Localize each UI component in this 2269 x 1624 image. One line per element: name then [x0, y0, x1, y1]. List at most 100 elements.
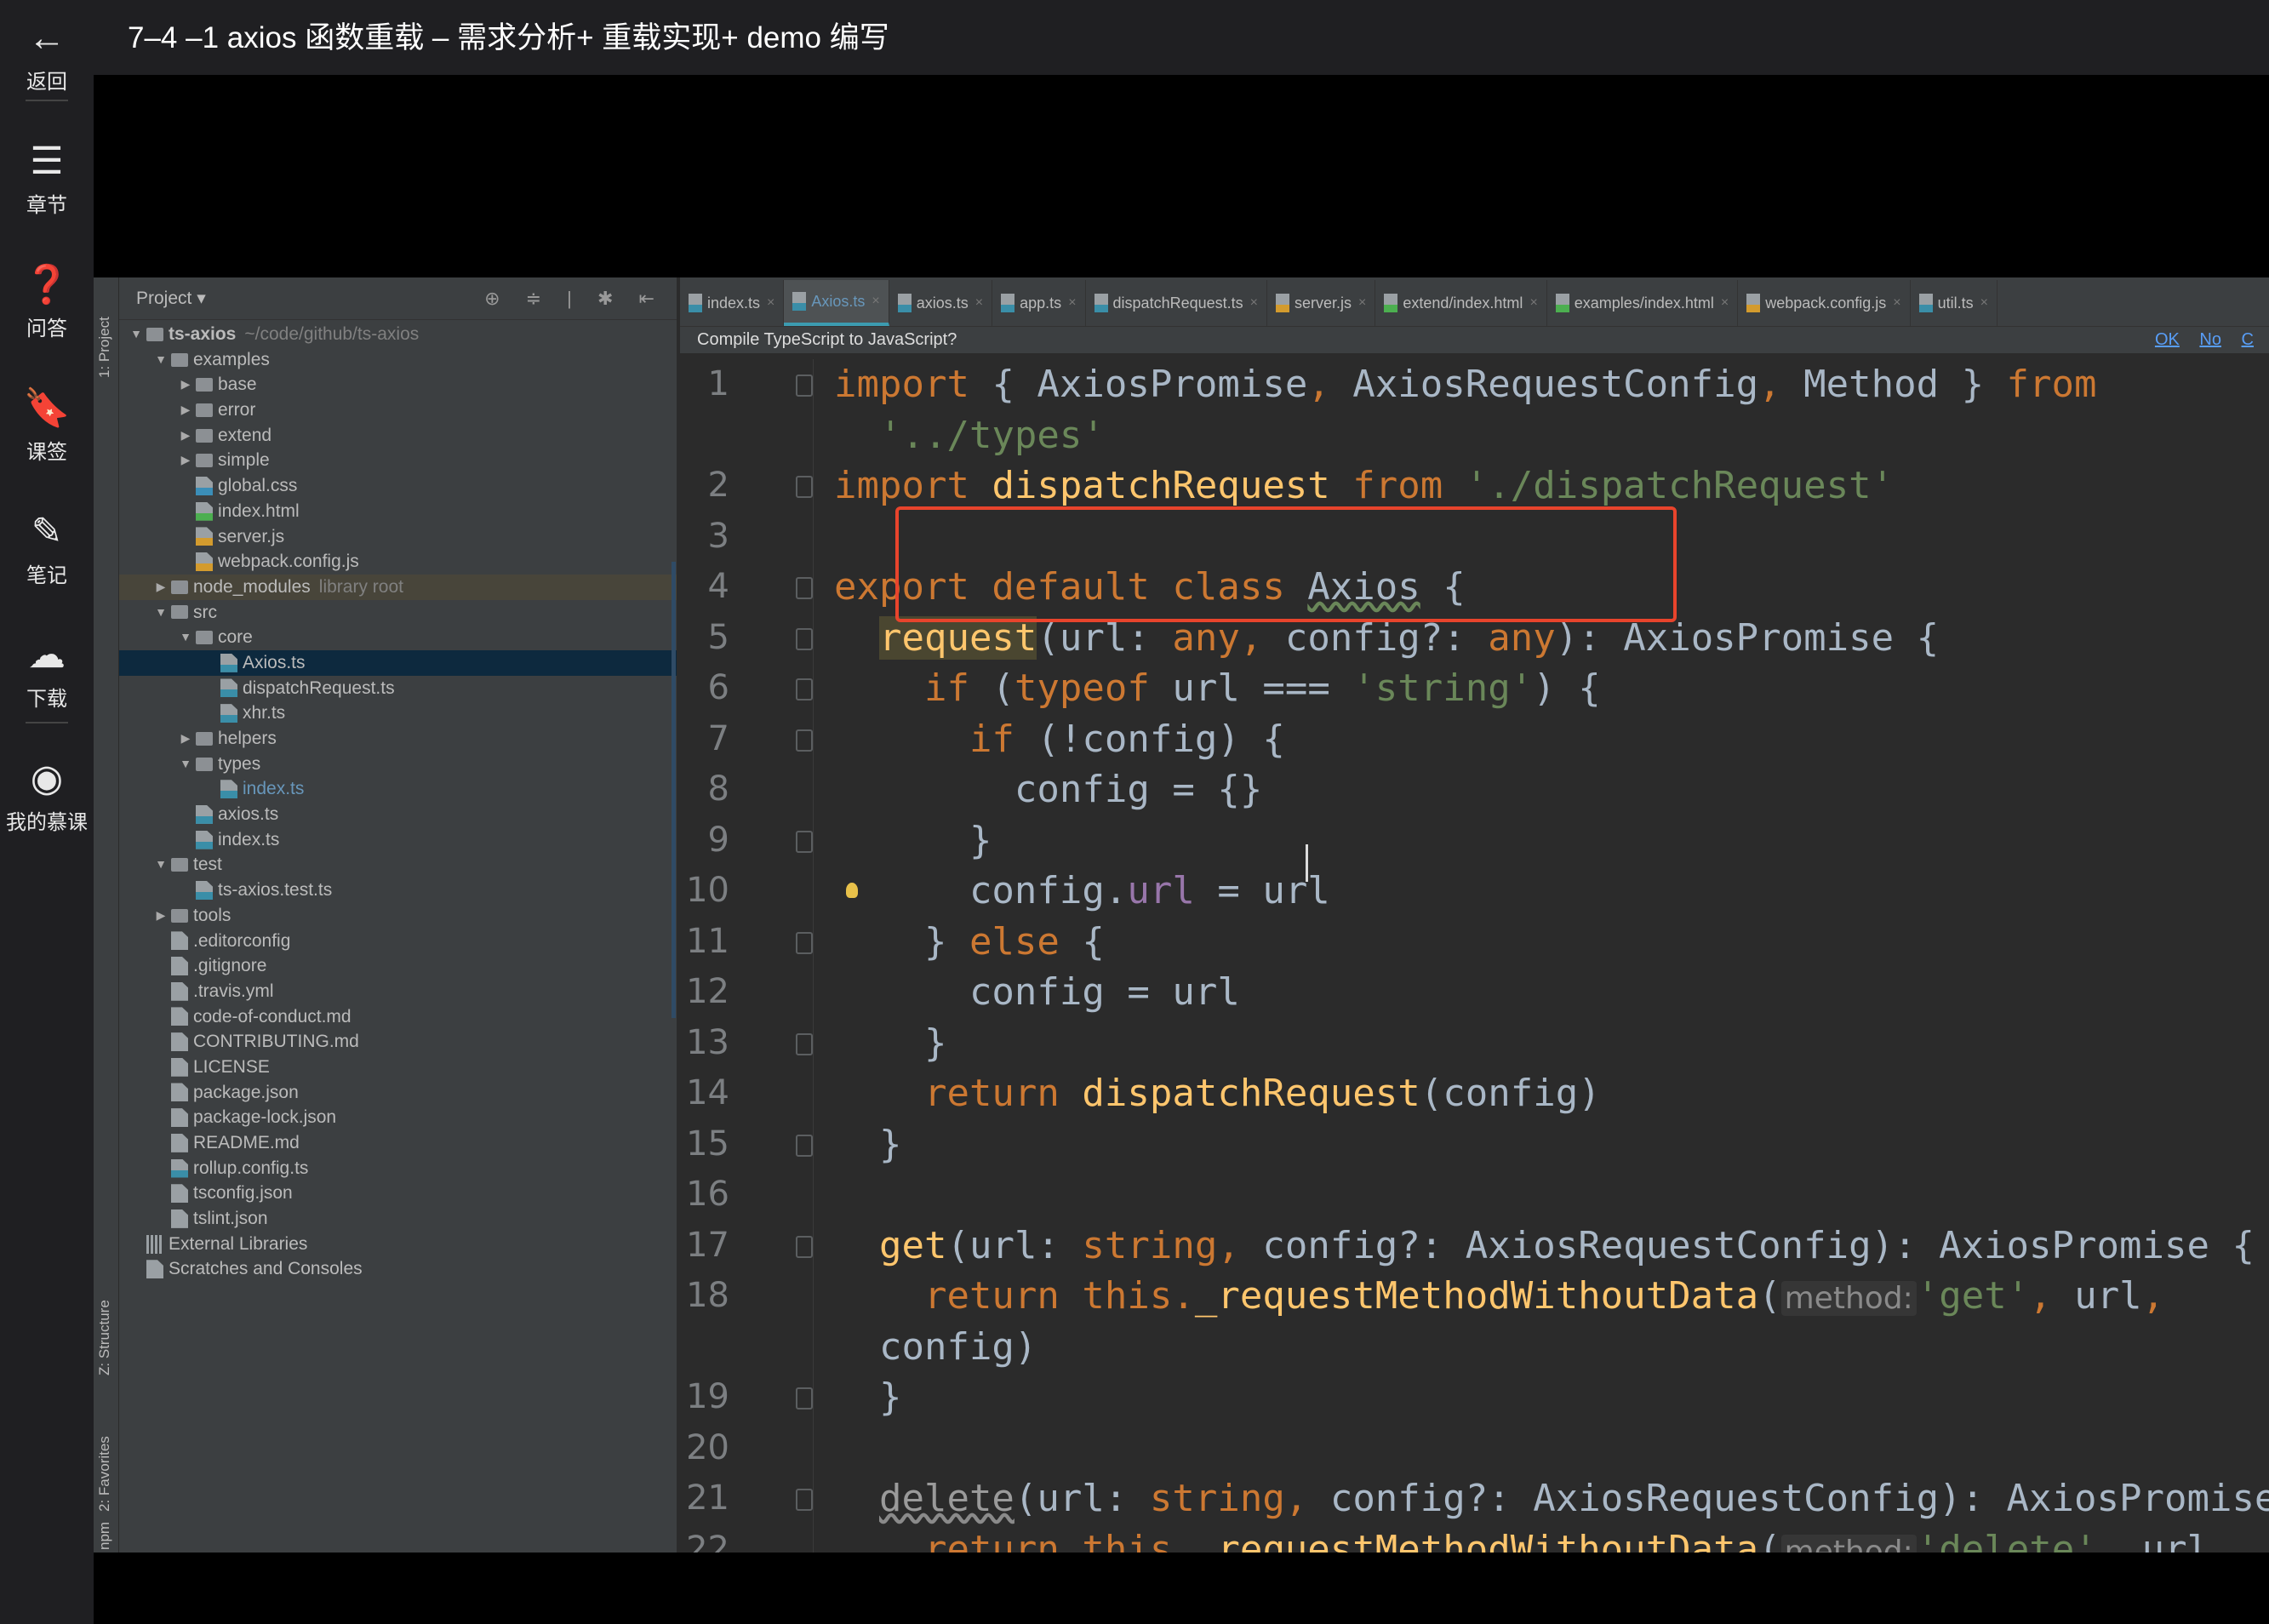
tree-file[interactable]: index.html	[119, 499, 677, 524]
code-line[interactable]: 6 if (typeof url === 'string') {	[680, 663, 2269, 714]
fold-marker-icon[interactable]	[796, 375, 813, 397]
fold-marker-icon[interactable]	[796, 678, 813, 700]
tree-file[interactable]: xhr.ts	[119, 700, 677, 726]
collapsed-arrow-icon[interactable]: ▶	[151, 575, 171, 600]
tree-folder[interactable]: ▼ src	[119, 600, 677, 626]
tab-util-ts[interactable]: util.ts ×	[1911, 280, 1998, 326]
expanded-arrow-icon[interactable]: ▼	[175, 625, 196, 650]
tree-file[interactable]: Scratches and Consoles	[119, 1256, 677, 1282]
tree-file[interactable]: .travis.yml	[119, 979, 677, 1004]
favorites-tool-button[interactable]: 2: Favorites	[96, 1436, 113, 1512]
tree-file[interactable]: rollup.config.ts	[119, 1156, 677, 1181]
close-tab-icon[interactable]: ×	[1358, 295, 1366, 311]
fold-marker-icon[interactable]	[796, 476, 813, 498]
code-line[interactable]: 20	[680, 1423, 2269, 1474]
fold-marker-icon[interactable]	[796, 931, 813, 954]
tree-file[interactable]: package-lock.json	[119, 1105, 677, 1130]
tree-file[interactable]: tsconfig.json	[119, 1181, 677, 1206]
code-line[interactable]: 16	[680, 1169, 2269, 1221]
tree-folder[interactable]: ▶ simple	[119, 448, 677, 473]
code-line[interactable]: config)	[680, 1322, 2269, 1373]
nav-item-3[interactable]: 🔖 课签	[0, 387, 94, 465]
tree-folder[interactable]: ▶ base	[119, 372, 677, 397]
close-tab-icon[interactable]: ×	[1068, 295, 1076, 311]
close-tab-icon[interactable]: ×	[1893, 295, 1900, 311]
ok-link[interactable]: OK	[2155, 330, 2180, 349]
tree-file[interactable]: .editorconfig	[119, 929, 677, 954]
tree-file[interactable]: server.js	[119, 524, 677, 550]
code-line[interactable]: 9 }	[680, 815, 2269, 866]
code-line[interactable]: 11 } else {	[680, 917, 2269, 968]
tree-file[interactable]: CONTRIBUTING.md	[119, 1029, 677, 1055]
tab-axios-ts[interactable]: Axios.ts ×	[784, 280, 889, 326]
code-line[interactable]: '../types'	[680, 410, 2269, 461]
tab-dispatchrequest-ts[interactable]: dispatchRequest.ts ×	[1086, 280, 1267, 326]
expanded-arrow-icon[interactable]: ▼	[151, 347, 171, 373]
code-line[interactable]: 17 get(url: string, config?: AxiosReques…	[680, 1221, 2269, 1272]
tree-folder[interactable]: ▶ error	[119, 397, 677, 423]
fold-marker-icon[interactable]	[796, 1032, 813, 1055]
project-toolbar-icons[interactable]: ⊕ ≑ | ✱ ⇤	[484, 288, 665, 310]
fold-marker-icon[interactable]	[796, 729, 813, 752]
tree-file[interactable]: index.ts	[119, 827, 677, 853]
expanded-arrow-icon[interactable]: ▼	[175, 752, 196, 777]
tree-file[interactable]: Axios.ts	[119, 649, 677, 676]
tab-webpack-config-js[interactable]: webpack.config.js ×	[1738, 280, 1911, 326]
close-tab-icon[interactable]: ×	[975, 295, 983, 311]
tree-folder[interactable]: ▼ examples	[119, 347, 677, 373]
tree-file[interactable]: index.ts	[119, 776, 677, 802]
collapsed-arrow-icon[interactable]: ▶	[175, 726, 196, 752]
tree-folder[interactable]: ▼ types	[119, 752, 677, 777]
code-line[interactable]: 10 config.url = url	[680, 866, 2269, 917]
code-line[interactable]: 12 config = url	[680, 967, 2269, 1018]
tree-folder[interactable]: ▶ node_modules library root	[119, 574, 677, 600]
close-tab-icon[interactable]: ×	[767, 295, 774, 311]
code-editor[interactable]: index.ts × Axios.ts × axios.ts × app.ts × dispat…	[672, 277, 2269, 1553]
fold-marker-icon[interactable]	[796, 577, 813, 599]
tree-folder[interactable]: ▼ core	[119, 625, 677, 650]
tree-folder[interactable]: ▶ tools	[119, 903, 677, 929]
nav-item-2[interactable]: ❓ 问答	[0, 264, 94, 341]
code-line[interactable]: 14 return dispatchRequest(config)	[680, 1068, 2269, 1119]
tree-folder[interactable]: ▶ extend	[119, 423, 677, 449]
tree-file[interactable]: global.css	[119, 473, 677, 499]
code-line[interactable]: 18 return this._requestMethodWithoutData…	[680, 1271, 2269, 1322]
code-line[interactable]: 15 }	[680, 1119, 2269, 1170]
expanded-arrow-icon[interactable]: ▼	[126, 322, 146, 347]
nav-item-1[interactable]: ☰ 章节	[0, 140, 94, 218]
code-line[interactable]: 7 if (!config) {	[680, 714, 2269, 765]
tree-folder[interactable]: ▼ test	[119, 852, 677, 878]
tree-file[interactable]: axios.ts	[119, 802, 677, 827]
tab-examples-index-html[interactable]: examples/index.html ×	[1547, 280, 1739, 326]
tree-file[interactable]: README.md	[119, 1130, 677, 1156]
collapsed-arrow-icon[interactable]: ▶	[175, 397, 196, 423]
fold-marker-icon[interactable]	[796, 1235, 813, 1258]
collapsed-arrow-icon[interactable]: ▶	[175, 448, 196, 473]
tree-file[interactable]: External Libraries	[119, 1232, 677, 1257]
close-tab-icon[interactable]: ×	[1980, 295, 1988, 311]
expanded-arrow-icon[interactable]: ▼	[151, 852, 171, 878]
project-view-dropdown[interactable]: Project ▾	[136, 288, 206, 309]
code-line[interactable]: 13 }	[680, 1018, 2269, 1069]
expanded-arrow-icon[interactable]: ▼	[151, 600, 171, 626]
project-tool-button[interactable]: 1: Project	[96, 317, 113, 378]
code-line[interactable]: 8 config = {}	[680, 764, 2269, 815]
tree-folder[interactable]: ▼ ts-axios ~/code/github/ts-axios	[119, 322, 677, 347]
code-line[interactable]: 22 return this._requestMethodWithoutData…	[680, 1524, 2269, 1553]
fold-marker-icon[interactable]	[796, 1489, 813, 1511]
tree-file[interactable]: webpack.config.js	[119, 549, 677, 575]
tab-app-ts[interactable]: app.ts ×	[992, 280, 1086, 326]
fold-marker-icon[interactable]	[796, 1134, 813, 1157]
fold-marker-icon[interactable]	[796, 627, 813, 650]
close-tab-icon[interactable]: ×	[1721, 295, 1729, 311]
nav-item-5[interactable]: ☁ 下载	[0, 634, 94, 712]
fold-marker-icon[interactable]	[796, 1387, 813, 1410]
cancel-link[interactable]: C	[2242, 330, 2254, 349]
nav-item-6[interactable]: ◉ 我的慕课	[0, 758, 94, 835]
tab-axios-ts[interactable]: axios.ts ×	[889, 280, 993, 326]
collapsed-arrow-icon[interactable]: ▶	[151, 903, 171, 929]
code-line[interactable]: 1 import { AxiosPromise, AxiosRequestConf…	[680, 359, 2269, 410]
code-line[interactable]: 2 import dispatchRequest from './dispatch…	[680, 460, 2269, 512]
code-line[interactable]: 19 }	[680, 1372, 2269, 1423]
tree-file[interactable]: package.json	[119, 1080, 677, 1106]
